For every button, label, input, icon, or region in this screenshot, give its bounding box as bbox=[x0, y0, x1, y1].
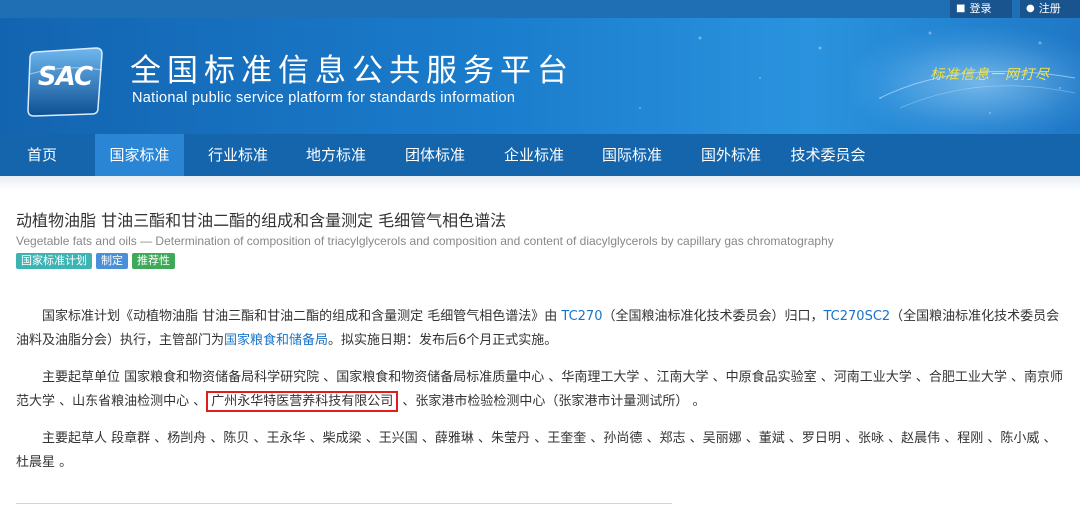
nav-enterprise-standards[interactable]: 企业标准 bbox=[491, 134, 577, 176]
logo-text: SAC bbox=[37, 62, 93, 92]
plan-text-1: 国家标准计划《动植物油脂 甘油三酯和甘油二酯的组成和含量测定 毛细管气相色谱法》… bbox=[42, 309, 562, 324]
login-label: 登录 bbox=[969, 2, 992, 15]
nav-group-standards[interactable]: 团体标准 bbox=[392, 134, 478, 176]
site-banner: SAC 全国标准信息公共服务平台 National public service… bbox=[0, 18, 1080, 134]
tc270sc2-link[interactable]: TC270SC2 bbox=[824, 309, 891, 324]
nav-international-standards[interactable]: 国际标准 bbox=[589, 134, 675, 176]
main-nav: 首页 国家标准 行业标准 地方标准 团体标准 企业标准 国际标准 国外标准 技术… bbox=[0, 134, 1080, 176]
content-shadow bbox=[0, 176, 1080, 190]
nav-industry-standards[interactable]: 行业标准 bbox=[195, 134, 281, 176]
register-label: 注册 bbox=[1038, 2, 1061, 15]
nav-foreign-standards[interactable]: 国外标准 bbox=[688, 134, 774, 176]
tag-type: 制定 bbox=[96, 253, 128, 269]
user-icon: ● bbox=[1026, 3, 1035, 14]
divider bbox=[16, 503, 672, 504]
site-title: 全国标准信息公共服务平台 bbox=[130, 53, 574, 89]
highlighted-company: 广州永华特医营养科技有限公司 bbox=[206, 391, 399, 412]
plan-description: 国家标准计划《动植物油脂 甘油三酯和甘油二酯的组成和含量测定 毛细管气相色谱法》… bbox=[16, 305, 1066, 353]
top-bar: ■ 登录 ● 注册 bbox=[0, 0, 1080, 18]
tag-nature: 推荐性 bbox=[132, 253, 175, 269]
authority-link[interactable]: 国家粮食和储备局 bbox=[224, 333, 328, 348]
login-button[interactable]: ■ 登录 bbox=[950, 0, 1012, 18]
slogan: 标准信息一网打尽 bbox=[930, 67, 1050, 83]
site-subtitle: National public service platform for sta… bbox=[132, 90, 516, 106]
standard-tags: 国家标准计划 制定 推荐性 bbox=[16, 253, 175, 269]
plan-text-2: （全国粮油标准化技术委员会）归口， bbox=[602, 309, 824, 324]
drafting-units-text-2: 、张家港市检验检测中心（张家港市计量测试所） 。 bbox=[398, 394, 706, 409]
drafters: 主要起草人 段章群 、杨剀舟 、陈贝 、王永华 、柴成梁 、王兴国 、薛雅琳 、… bbox=[16, 431, 1057, 470]
plan-text-4: 。拟实施日期：发布后6个月正式实施。 bbox=[328, 333, 558, 348]
nav-technical-committees[interactable]: 技术委员会 bbox=[780, 134, 876, 176]
standard-title-en: Vegetable fats and oils — Determination … bbox=[16, 234, 834, 248]
drafting-units: 主要起草单位 国家粮食和物资储备局科学研究院 、国家粮食和物资储备局标准质量中心… bbox=[16, 366, 1066, 414]
register-button[interactable]: ● 注册 bbox=[1020, 0, 1080, 18]
tag-plan: 国家标准计划 bbox=[16, 253, 92, 269]
nav-national-standards[interactable]: 国家标准 bbox=[95, 134, 184, 176]
nav-local-standards[interactable]: 地方标准 bbox=[293, 134, 379, 176]
standard-title: 动植物油脂 甘油三酯和甘油二酯的组成和含量测定 毛细管气相色谱法 bbox=[16, 211, 507, 230]
nav-home[interactable]: 首页 bbox=[8, 134, 76, 176]
lock-icon: ■ bbox=[956, 3, 966, 14]
tc270-link[interactable]: TC270 bbox=[561, 309, 602, 324]
